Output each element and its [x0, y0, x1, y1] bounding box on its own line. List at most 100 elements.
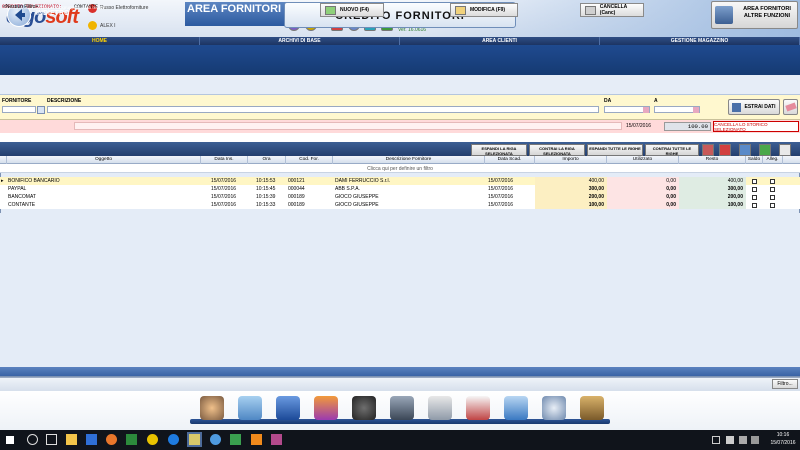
ergosoft-taskbar-icon[interactable] — [187, 432, 202, 447]
table-row[interactable]: CONTANTE 15/07/2016 10:15:33 000189 GIOC… — [0, 201, 800, 209]
col-utilizzato[interactable]: Utilizzato — [607, 156, 679, 164]
col-data-scad[interactable]: Data Scad. — [485, 156, 535, 164]
task-view-icon[interactable] — [46, 434, 57, 445]
print-icon[interactable] — [702, 144, 714, 156]
excel-icon[interactable] — [759, 144, 771, 156]
extract-data-button[interactable]: ESTRAI DATI — [728, 99, 780, 115]
nav-bar — [0, 45, 800, 75]
cancel-history-button[interactable]: CANCELLA LO STORICO SELEZIONATO — [713, 121, 799, 132]
boxes-icon[interactable] — [314, 396, 338, 420]
col-descrizione-fornitore[interactable]: Descrizione Fornitore — [333, 156, 485, 164]
area-switch-button[interactable]: AREA FORNITORI ALTRE FUNZIONI — [711, 1, 798, 29]
cell-importo: 300,00 — [535, 185, 607, 193]
cell-ora: 10:15:39 — [256, 194, 276, 200]
col-ora[interactable]: Ora — [248, 156, 286, 164]
cell-cod-for: 000044 — [288, 186, 305, 192]
cell-cod-for: 000189 — [288, 202, 305, 208]
action-bar — [0, 75, 800, 95]
menu-home[interactable]: HOME — [0, 37, 200, 45]
clock-time[interactable]: 10:16 — [770, 432, 796, 438]
clear-filters-button[interactable] — [783, 99, 798, 115]
security-icon[interactable] — [352, 396, 376, 420]
calendar-icon[interactable] — [693, 107, 699, 113]
col-importo[interactable]: Importo — [535, 156, 607, 164]
menu-area-clienti[interactable]: AREA CLIENTI — [400, 37, 600, 45]
export-icon[interactable] — [739, 144, 751, 156]
attachment-checkbox[interactable] — [770, 187, 775, 192]
col-oggetto[interactable]: Oggetto — [7, 156, 201, 164]
collapse-selected-row-button[interactable]: CONTRAI LA RIGA SELEZIONATA — [529, 144, 585, 156]
description-input[interactable] — [47, 106, 599, 113]
table-row[interactable]: ▸ BONIFICO BANCARIO 15/07/2016 10:15:53 … — [0, 177, 800, 185]
back-label[interactable]: INDIETRO — [36, 10, 69, 17]
tools-icon[interactable] — [580, 396, 604, 420]
new-button[interactable]: NUOVO (F4) — [320, 3, 384, 17]
filter-button[interactable]: Filtro... — [772, 379, 798, 389]
grid-filter-hint[interactable]: Clicca qui per definire un filtro — [0, 166, 800, 172]
col-cod-for[interactable]: Cod. For. — [286, 156, 333, 164]
attachment-checkbox[interactable] — [770, 203, 775, 208]
volume-icon[interactable] — [751, 436, 759, 444]
cell-data-ins: 15/07/2016 — [211, 194, 237, 200]
menu-gestione-magazzino[interactable]: GESTIONE MAGAZZINO — [600, 37, 800, 45]
table-row[interactable]: PAYPAL 15/07/2016 10:15:45 000044 ABB S.… — [0, 185, 800, 193]
file-explorer-icon[interactable] — [66, 434, 77, 445]
app-icon[interactable] — [271, 434, 282, 445]
app-icon[interactable] — [230, 434, 241, 445]
table-row[interactable]: BANCOMAT 15/07/2016 10:15:39 000189 GIOC… — [0, 193, 800, 201]
customer-service-icon[interactable] — [200, 396, 224, 420]
expand-all-rows-button[interactable]: ESPANDI TUTTE LE RIGHE — [587, 144, 643, 156]
cell-oggetto: CONTANTE — [8, 202, 36, 208]
saldo-checkbox[interactable] — [752, 203, 757, 208]
magnifier-icon[interactable] — [542, 396, 566, 420]
delete-button[interactable]: CANCELLA (Canc) — [580, 3, 644, 17]
collapse-all-rows-button[interactable]: CONTRAI TUTTE LE RIGHE — [645, 144, 699, 156]
app-icon[interactable] — [86, 434, 97, 445]
internet-explorer-icon[interactable] — [168, 434, 179, 445]
search-icon[interactable] — [37, 106, 45, 114]
tray-app-icon[interactable] — [726, 436, 734, 444]
supplier-input[interactable] — [2, 106, 36, 113]
saldo-checkbox[interactable] — [752, 187, 757, 192]
report-icon[interactable] — [779, 144, 791, 156]
saldo-checkbox[interactable] — [752, 195, 757, 200]
cell-fornitore: GIOCO GIUSEPPE — [335, 202, 379, 208]
windows-start-icon[interactable] — [6, 436, 14, 444]
cell-data-scad: 15/07/2016 — [488, 178, 514, 184]
edit-icon — [455, 5, 466, 15]
edit-button[interactable]: MODIFICA (F9) — [450, 3, 518, 17]
cabinet-icon[interactable] — [276, 396, 300, 420]
menu-archivi-di-base[interactable]: ARCHIVI DI BASE — [200, 37, 400, 45]
app-icon[interactable] — [210, 434, 221, 445]
description-label: DESCRIZIONE — [47, 98, 82, 104]
notification-chevron-icon[interactable] — [712, 436, 720, 444]
firefox-icon[interactable] — [106, 434, 117, 445]
attachment-checkbox[interactable] — [770, 179, 775, 184]
from-label: DA — [604, 98, 612, 104]
network-icon[interactable] — [739, 436, 747, 444]
cell-data-ins: 15/07/2016 — [211, 178, 237, 184]
pdf-icon[interactable] — [719, 144, 731, 156]
status-bar — [0, 377, 800, 391]
clock-date[interactable]: 15/07/2016 — [770, 440, 796, 446]
col-saldo[interactable]: Saldo — [746, 156, 763, 164]
col-data-ins[interactable]: Data Ins. — [201, 156, 248, 164]
credit-cards-icon[interactable] — [238, 396, 262, 420]
attachment-checkbox[interactable] — [770, 195, 775, 200]
col-resto[interactable]: Resto — [679, 156, 746, 164]
calendar-clock-icon[interactable] — [466, 396, 490, 420]
col-alleg[interactable]: Alleg. — [763, 156, 783, 164]
cell-utilizzato: 0,00 — [607, 185, 679, 193]
backup-disk-icon[interactable] — [390, 396, 414, 420]
tag-icon[interactable] — [504, 396, 528, 420]
expand-selected-row-button[interactable]: ESPANDI LA RIGA SELEZIONATA — [471, 144, 527, 156]
printer-icon[interactable] — [428, 396, 452, 420]
filter-status: <Nessun Filtro> — [3, 4, 39, 10]
chrome-icon[interactable] — [147, 434, 158, 445]
vlc-icon[interactable] — [251, 434, 262, 445]
app-icon[interactable] — [126, 434, 137, 445]
cell-cod-for: 000189 — [288, 194, 305, 200]
calendar-icon[interactable] — [643, 107, 649, 113]
saldo-checkbox[interactable] — [752, 179, 757, 184]
search-icon[interactable] — [27, 434, 38, 445]
